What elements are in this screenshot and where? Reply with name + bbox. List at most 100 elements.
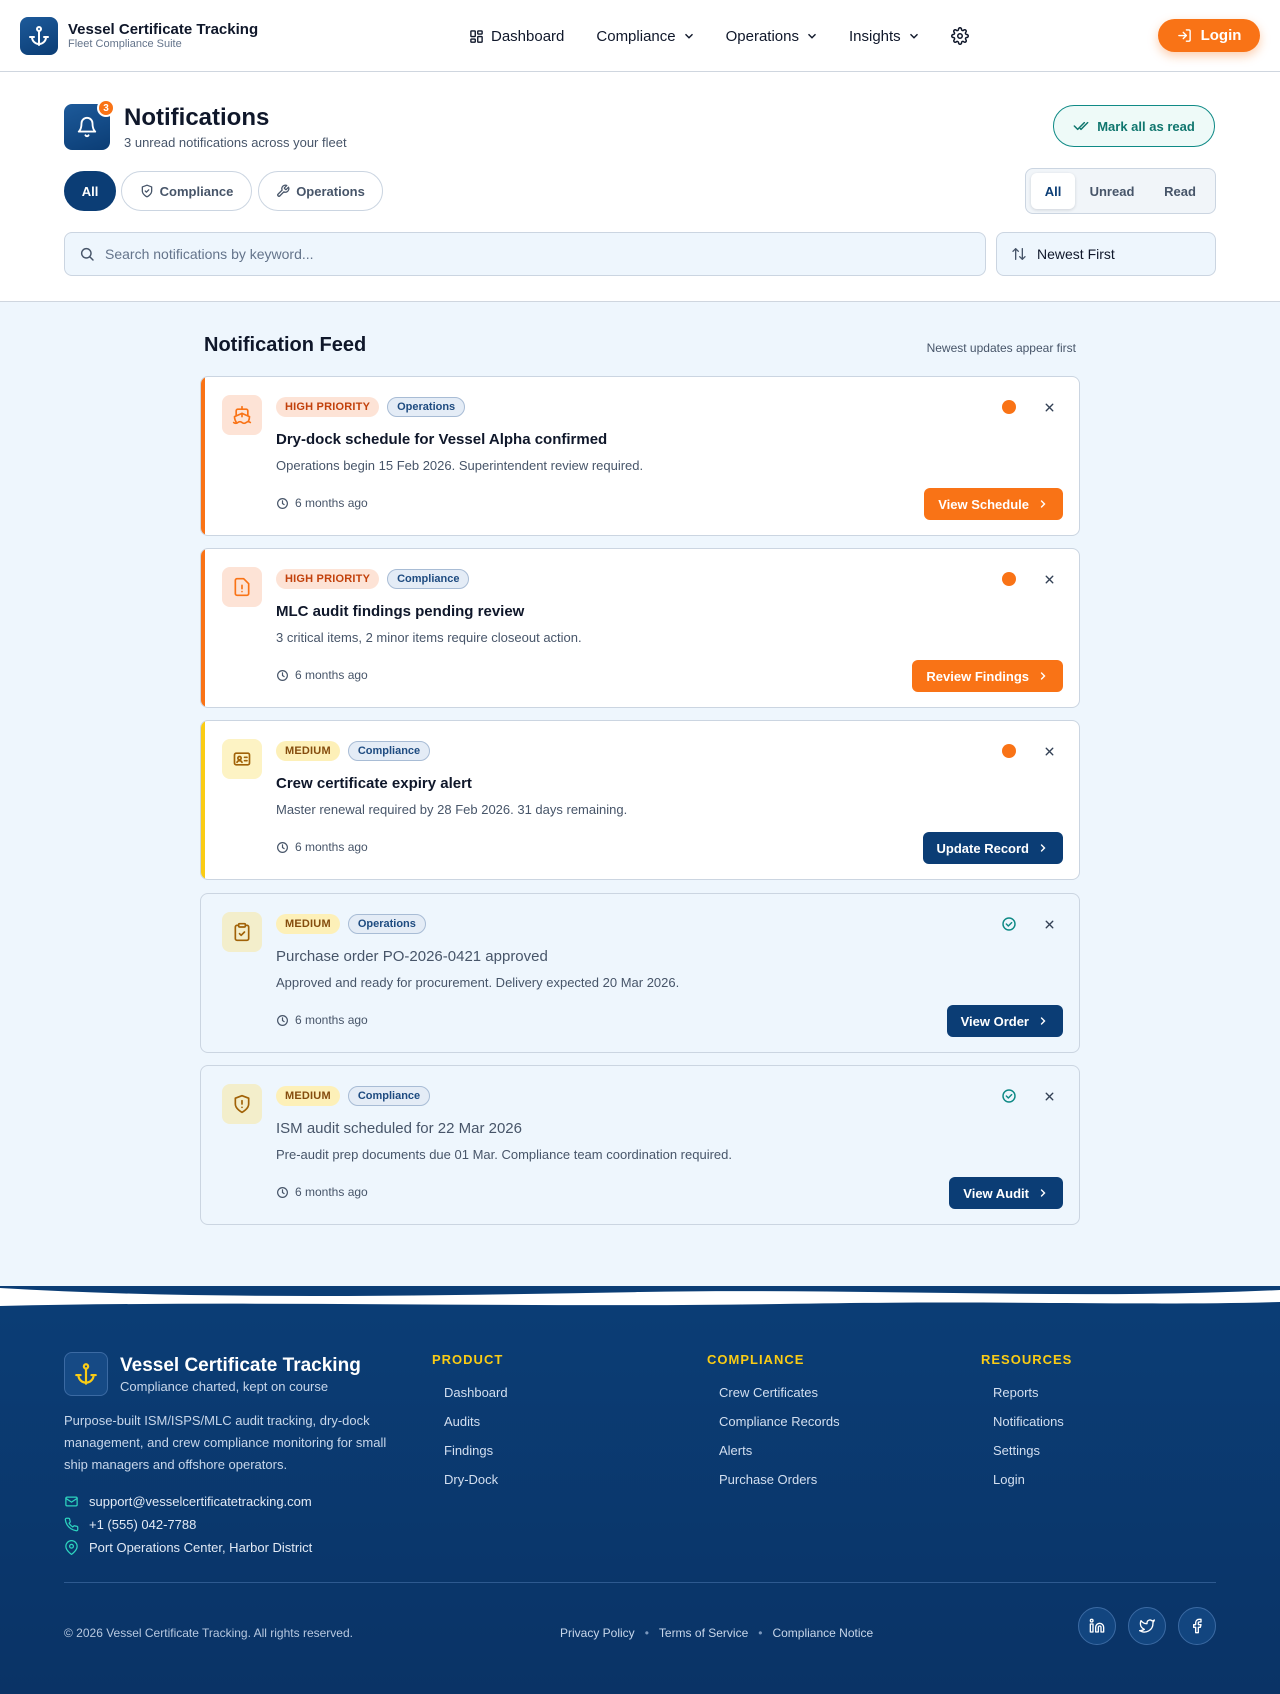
- dismiss-button[interactable]: [1041, 399, 1057, 415]
- dismiss-button[interactable]: [1041, 743, 1057, 759]
- chevron-down-icon: [909, 33, 918, 39]
- compliance-notice-link[interactable]: Compliance Notice: [772, 1626, 873, 1640]
- twitter-icon[interactable]: [1128, 1607, 1166, 1645]
- clock-icon: [277, 1186, 288, 1198]
- read-filter-all[interactable]: All: [1031, 173, 1075, 209]
- unread-dot: [1001, 743, 1017, 759]
- update-record-button[interactable]: Update Record: [922, 832, 1063, 864]
- map-pin-icon: [65, 1540, 78, 1555]
- mail-icon: [65, 1496, 78, 1507]
- priority-badge: MEDIUM: [276, 741, 340, 761]
- view-order-button[interactable]: View Order: [946, 1005, 1063, 1037]
- footer-link[interactable]: Login: [993, 1472, 1072, 1501]
- separator-dot: •: [644, 1626, 649, 1640]
- close-icon: [1045, 403, 1053, 411]
- notification-time: 6 months ago: [276, 668, 368, 682]
- notification-card[interactable]: MEDIUM Compliance Crew certificate expir…: [200, 720, 1080, 880]
- main-nav: Dashboard Compliance Operations Insights: [469, 24, 976, 48]
- login-button[interactable]: Login: [1158, 19, 1260, 52]
- read-filter-read[interactable]: Read: [1150, 173, 1210, 209]
- nav-operations[interactable]: Operations: [726, 28, 819, 45]
- footer-link[interactable]: Reports: [993, 1385, 1072, 1414]
- notification-card[interactable]: MEDIUM Compliance ISM audit scheduled fo…: [200, 1065, 1080, 1225]
- action-label: View Schedule: [938, 496, 1029, 512]
- footer-link[interactable]: Settings: [993, 1443, 1072, 1472]
- notification-card[interactable]: HIGH PRIORITY Operations Dry-dock schedu…: [200, 376, 1080, 536]
- footer-wave: [0, 1286, 1280, 1314]
- notification-time: 6 months ago: [276, 1185, 368, 1199]
- dismiss-button[interactable]: [1041, 916, 1057, 932]
- priority-accent: [201, 549, 205, 707]
- nav-insights[interactable]: Insights: [849, 28, 921, 45]
- footer-email-label: support@vesselcertificatetracking.com: [89, 1494, 312, 1509]
- priority-accent: [201, 377, 205, 535]
- close-icon: [1045, 920, 1053, 928]
- dismiss-button[interactable]: [1041, 1088, 1057, 1104]
- search-box: [64, 232, 986, 276]
- footer: Vessel Certificate Tracking Compliance c…: [0, 1312, 1280, 1694]
- app-title: Vessel Certificate Tracking: [68, 21, 259, 38]
- notification-card[interactable]: MEDIUM Operations Purchase order PO-2026…: [200, 893, 1080, 1053]
- priority-badge: MEDIUM: [276, 914, 340, 934]
- nav-compliance[interactable]: Compliance: [596, 28, 695, 45]
- chevron-right-icon: [1040, 844, 1046, 852]
- gear-icon: [950, 27, 969, 45]
- footer-address-label: Port Operations Center, Harbor District: [89, 1540, 313, 1555]
- notification-time-label: 6 months ago: [295, 668, 368, 682]
- notification-title: Crew certificate expiry alert: [276, 775, 472, 792]
- priority-badge: HIGH PRIORITY: [276, 397, 380, 417]
- id-card-icon: [222, 739, 262, 779]
- footer-divider: [64, 1582, 1216, 1583]
- dismiss-button[interactable]: [1041, 571, 1057, 587]
- category-filter-all[interactable]: All: [64, 171, 116, 211]
- footer-link[interactable]: Dry-Dock: [444, 1472, 508, 1501]
- footer-link[interactable]: Notifications: [993, 1414, 1072, 1443]
- login-label: Login: [1200, 27, 1242, 44]
- clock-icon: [277, 841, 288, 853]
- chevron-down-icon: [807, 33, 816, 39]
- nav-compliance-label: Compliance: [596, 27, 676, 45]
- category-badge: Compliance: [387, 569, 470, 589]
- separator-dot: •: [758, 1626, 763, 1640]
- footer-link[interactable]: Alerts: [719, 1443, 840, 1472]
- unread-dot: [1001, 571, 1017, 587]
- view-audit-button[interactable]: View Audit: [949, 1177, 1063, 1209]
- read-filter-unread[interactable]: Unread: [1080, 173, 1144, 209]
- search-input[interactable]: [105, 246, 965, 262]
- notification-description: Operations begin 15 Feb 2026. Superinten…: [276, 458, 644, 473]
- review-findings-button[interactable]: Review Findings: [912, 660, 1063, 692]
- nav-insights-label: Insights: [848, 27, 901, 45]
- priority-badge: HIGH PRIORITY: [276, 569, 380, 589]
- category-filter-compliance[interactable]: Compliance: [121, 171, 252, 211]
- facebook-icon[interactable]: [1178, 1607, 1216, 1645]
- search-icon: [80, 247, 94, 261]
- notification-time-label: 6 months ago: [295, 496, 368, 510]
- footer-link[interactable]: Compliance Records: [719, 1414, 840, 1443]
- settings-button[interactable]: [950, 27, 976, 45]
- footer-email[interactable]: support@vesselcertificatetracking.com: [64, 1494, 312, 1509]
- footer-phone-label: +1 (555) 042-7788: [89, 1517, 197, 1532]
- linkedin-icon[interactable]: [1078, 1607, 1116, 1645]
- footer-link[interactable]: Purchase Orders: [719, 1472, 840, 1501]
- clipboard-check-icon: [222, 912, 262, 952]
- footer-link[interactable]: Audits: [444, 1414, 508, 1443]
- view-schedule-button[interactable]: View Schedule: [924, 488, 1063, 520]
- notification-card[interactable]: HIGH PRIORITY Compliance MLC audit findi…: [200, 548, 1080, 708]
- nav-dashboard[interactable]: Dashboard: [469, 28, 564, 45]
- footer-link[interactable]: Crew Certificates: [719, 1385, 840, 1414]
- notification-title: Dry-dock schedule for Vessel Alpha confi…: [276, 431, 608, 448]
- brand[interactable]: Vessel Certificate Tracking Fleet Compli…: [20, 17, 258, 55]
- category-badge: Operations: [347, 914, 426, 934]
- footer-phone[interactable]: +1 (555) 042-7788: [64, 1517, 196, 1532]
- sort-select[interactable]: Newest First: [996, 232, 1216, 276]
- terms-link[interactable]: Terms of Service: [659, 1626, 748, 1640]
- footer-link[interactable]: Dashboard: [444, 1385, 508, 1414]
- legal-links: Privacy Policy • Terms of Service • Comp…: [560, 1626, 873, 1640]
- privacy-policy-link[interactable]: Privacy Policy: [560, 1626, 635, 1640]
- footer-column-resources: RESOURCES Reports Notifications Settings…: [981, 1352, 1072, 1501]
- category-filter-operations-label: Operations: [296, 183, 365, 199]
- mark-all-read-button[interactable]: Mark all as read: [1053, 105, 1215, 147]
- wrench-icon: [277, 184, 290, 197]
- footer-link[interactable]: Findings: [444, 1443, 508, 1472]
- category-filter-operations[interactable]: Operations: [258, 171, 383, 211]
